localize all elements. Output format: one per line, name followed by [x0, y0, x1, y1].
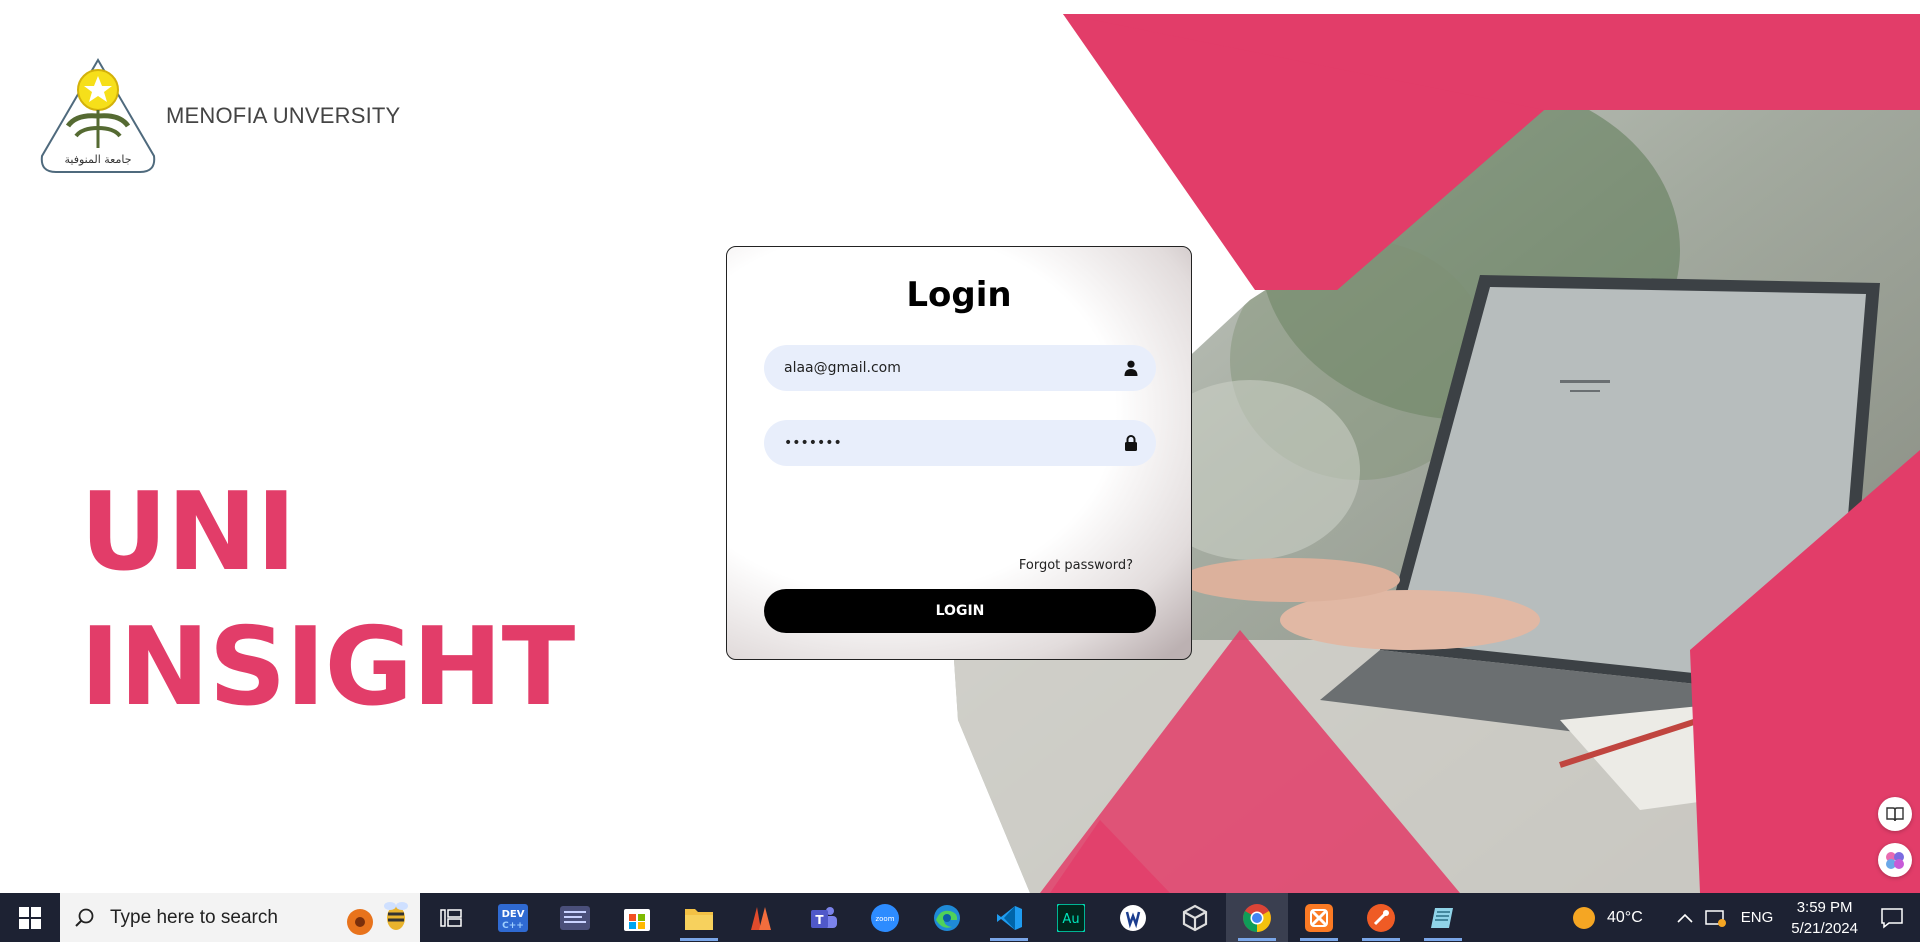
- devc-icon: DEV C++: [498, 903, 528, 932]
- login-card: Login Forgot password? LOGIN: [726, 246, 1192, 660]
- postman-icon: [1367, 903, 1395, 932]
- forgot-password-link[interactable]: Forgot password?: [1019, 558, 1133, 573]
- taskbar: Type here to search DEV C++ T zoom Au 40…: [0, 893, 1920, 942]
- microsoft-store-icon: [624, 908, 650, 931]
- chrome-icon: [1243, 903, 1271, 932]
- taskbar-app-manager[interactable]: [544, 893, 606, 942]
- taskbar-app-zoom[interactable]: zoom: [854, 893, 916, 942]
- weather-sun-icon[interactable]: [1571, 905, 1597, 931]
- taskbar-app-teams[interactable]: T: [792, 893, 854, 942]
- svg-text:Au: Au: [1062, 912, 1079, 927]
- running-indicator: [1424, 938, 1462, 941]
- taskbar-app-microsoft-store[interactable]: [606, 893, 668, 942]
- taskbar-app-postman[interactable]: [1350, 893, 1412, 942]
- running-indicator: [1300, 938, 1338, 941]
- taskbar-app-generic[interactable]: [1102, 893, 1164, 942]
- start-button[interactable]: [0, 893, 60, 942]
- weather-temperature[interactable]: 40°C: [1607, 909, 1643, 927]
- edge-icon: [934, 904, 960, 931]
- language-indicator[interactable]: ENG: [1741, 909, 1774, 926]
- search-highlight-icon: [347, 902, 408, 935]
- taskbar-app-devc[interactable]: DEV C++: [482, 893, 544, 942]
- app-icon: [1120, 904, 1146, 931]
- brain-icon: [1886, 852, 1904, 869]
- brand-title-line-2: INSIGHT: [80, 605, 575, 730]
- user-icon: [1124, 360, 1138, 376]
- task-view-icon: [440, 908, 462, 927]
- unity-icon: [1182, 904, 1208, 931]
- taskbar-app-edge[interactable]: [916, 893, 978, 942]
- network-icon[interactable]: [1705, 908, 1727, 928]
- taskbar-app-file-explorer[interactable]: [668, 893, 730, 942]
- zoom-icon: zoom: [871, 903, 899, 932]
- logo-caption: جامعة المنوفية: [65, 153, 132, 166]
- password-input[interactable]: [764, 420, 1156, 466]
- brand-title-line-1: UNI: [80, 470, 296, 595]
- teams-icon: T: [811, 906, 837, 928]
- lock-icon: [1125, 435, 1137, 451]
- vscode-icon: [997, 905, 1022, 930]
- running-indicator: [990, 938, 1028, 941]
- taskbar-app-audition[interactable]: Au: [1040, 893, 1102, 942]
- system-tray: 40°C ENG 3:59 PM 5/21/2024: [1571, 893, 1920, 942]
- chevron-up-icon[interactable]: [1677, 913, 1693, 923]
- email-input[interactable]: [764, 345, 1156, 391]
- email-field[interactable]: [764, 345, 1156, 391]
- running-indicator: [680, 938, 718, 941]
- task-view-button[interactable]: [420, 893, 482, 942]
- running-indicator: [1238, 938, 1276, 941]
- svg-text:C++: C++: [502, 921, 524, 931]
- notepad-icon: [1431, 907, 1453, 928]
- taskbar-app-vscode[interactable]: [978, 893, 1040, 942]
- taskbar-app-xampp[interactable]: [1288, 893, 1350, 942]
- svg-text:zoom: zoom: [875, 915, 894, 923]
- search-icon: [75, 908, 94, 927]
- taskbar-search-box[interactable]: Type here to search: [60, 893, 420, 942]
- taskbar-app-unity[interactable]: [1164, 893, 1226, 942]
- login-button[interactable]: LOGIN: [764, 589, 1156, 633]
- password-field[interactable]: [764, 420, 1156, 466]
- taskbar-app-notepad[interactable]: [1412, 893, 1474, 942]
- running-indicator: [1362, 938, 1400, 941]
- university-logo-block: جامعة المنوفية MENOFIA UNVERSITY: [36, 56, 400, 176]
- xampp-icon: [1305, 903, 1333, 932]
- windows-icon: [19, 906, 41, 929]
- reader-mode-button[interactable]: [1878, 797, 1912, 831]
- login-title: Login: [906, 275, 1012, 315]
- university-name: MENOFIA UNVERSITY: [166, 103, 401, 128]
- brand-title: UNI INSIGHT: [80, 465, 575, 735]
- clock-time: 3:59 PM: [1796, 898, 1853, 916]
- svg-text:DEV: DEV: [502, 909, 525, 920]
- taskbar-search-placeholder: Type here to search: [110, 906, 278, 928]
- audition-icon: Au: [1057, 903, 1085, 932]
- notifications-icon[interactable]: [1880, 907, 1904, 929]
- clock-date: 5/21/2024: [1791, 919, 1858, 937]
- taskbar-app-chrome[interactable]: [1226, 893, 1288, 942]
- taskbar-app-office[interactable]: [730, 893, 792, 942]
- app-manager-icon: [560, 905, 590, 930]
- office-icon: [751, 906, 771, 930]
- university-emblem-icon: جامعة المنوفية: [40, 58, 156, 173]
- ai-assistant-button[interactable]: [1878, 843, 1912, 877]
- svg-text:T: T: [815, 913, 824, 927]
- system-clock[interactable]: 3:59 PM 5/21/2024: [1791, 897, 1858, 939]
- book-icon: [1886, 807, 1904, 822]
- login-page: جامعة المنوفية MENOFIA UNVERSITY UNI INS…: [0, 0, 1920, 893]
- folder-icon: [685, 908, 713, 930]
